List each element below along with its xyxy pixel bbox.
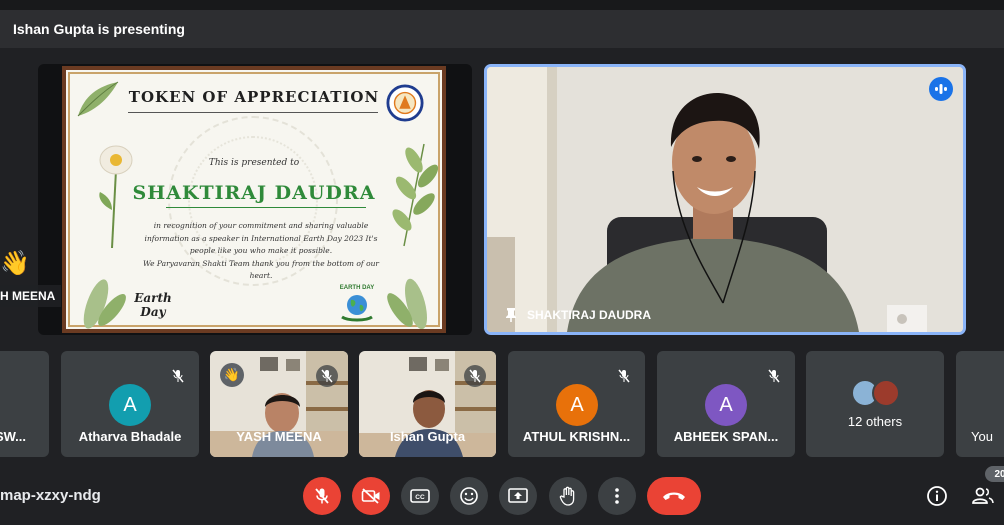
- participant-name-clipped: H MEENA: [0, 285, 62, 307]
- participant-tile[interactable]: Ishan Gupta: [359, 351, 496, 457]
- meeting-code: map-xzxy-ndg: [0, 487, 101, 504]
- speaking-indicator-icon: [929, 77, 953, 101]
- people-button[interactable]: [971, 484, 995, 508]
- pin-icon[interactable]: [505, 307, 517, 323]
- mic-toggle-button[interactable]: [303, 477, 341, 515]
- avatar: A: [109, 384, 151, 426]
- certificate-slide: TOKEN OF APPRECIATION This is presented …: [62, 66, 446, 333]
- participant-name: You: [971, 429, 993, 444]
- mic-off-icon: [315, 488, 329, 504]
- raise-hand-icon: [559, 486, 575, 506]
- participant-name: SW...: [0, 429, 26, 444]
- window-top-strip: [0, 0, 1004, 10]
- others-count-label: 12 others: [847, 414, 903, 429]
- participant-name: ATHUL KRISHN...: [522, 429, 631, 444]
- earth-globe-icon: [341, 295, 373, 322]
- self-tile[interactable]: You: [956, 351, 1004, 457]
- certificate-body: in recognition of your commitment and sh…: [126, 220, 396, 283]
- raised-hand-reaction-icon: 👋: [220, 363, 244, 387]
- camera-toggle-button[interactable]: [352, 477, 390, 515]
- svg-text:CC: CC: [415, 494, 425, 501]
- earth-day-logo-right: EARTH DAY: [336, 285, 378, 327]
- certificate-body-line: We Paryavaran Shakti Team thank you from…: [142, 258, 380, 268]
- participant-tile[interactable]: A ABHEEK SPAN...: [657, 351, 795, 457]
- meeting-info-button[interactable]: [925, 484, 949, 508]
- presentation-tile[interactable]: TOKEN OF APPRECIATION This is presented …: [38, 64, 472, 335]
- mic-off-icon: [316, 365, 338, 387]
- captions-button[interactable]: CC: [401, 477, 439, 515]
- recipient-underline: [166, 207, 366, 208]
- captions-icon: CC: [410, 489, 430, 503]
- reactions-button[interactable]: [450, 477, 488, 515]
- mic-off-icon: [167, 365, 189, 387]
- earth-day-logo-text: Earth Day: [134, 291, 172, 319]
- wave-reaction-icon: 👋: [0, 250, 30, 277]
- participant-tile[interactable]: 👋 YASH MEENA: [210, 351, 348, 457]
- participant-name: YASH MEENA: [236, 429, 322, 444]
- participant-count-badge: 20: [985, 466, 1004, 482]
- participant-tile[interactable]: SW...: [0, 351, 49, 457]
- certificate-recipient: SHAKTIRAJ DAUDRA: [132, 182, 376, 204]
- people-icon: [972, 487, 994, 504]
- info-icon: [927, 486, 947, 506]
- participant-tile[interactable]: A ATHUL KRISHN...: [508, 351, 645, 457]
- certificate-presented-to: This is presented to: [208, 158, 300, 168]
- speaker-video-feed: [487, 67, 963, 332]
- certificate-body-line: information as a speaker in Internationa…: [144, 233, 378, 243]
- leave-call-button[interactable]: [647, 477, 701, 515]
- speaker-name-label: SHAKTIRAJ DAUDRA: [505, 307, 651, 323]
- organization-seal-icon: [386, 84, 424, 122]
- presenting-banner: Ishan Gupta is presenting: [0, 10, 1004, 48]
- more-options-button[interactable]: [598, 477, 636, 515]
- speaker-video-tile[interactable]: SHAKTIRAJ DAUDRA: [484, 64, 966, 335]
- raise-hand-button[interactable]: [549, 477, 587, 515]
- mic-off-icon: [763, 365, 785, 387]
- certificate-body-line: in recognition of your commitment and sh…: [153, 221, 369, 230]
- earth-day-logo-left: Earth Day: [128, 291, 182, 327]
- certificate-body-line: heart.: [249, 271, 273, 280]
- present-button[interactable]: [499, 477, 537, 515]
- avatar: A: [556, 384, 598, 426]
- present-icon: [508, 488, 528, 503]
- mic-off-icon: [464, 365, 486, 387]
- presenting-text: Ishan Gupta is presenting: [13, 21, 185, 37]
- speaker-name: SHAKTIRAJ DAUDRA: [527, 308, 652, 322]
- participant-tile[interactable]: A Atharva Bhadale: [61, 351, 199, 457]
- participant-name: ABHEEK SPAN...: [673, 429, 779, 444]
- hang-up-icon: [663, 492, 685, 500]
- leaf-bottom-left-decoration: [83, 279, 126, 329]
- avatar: [872, 379, 900, 407]
- others-tile[interactable]: 12 others: [806, 351, 944, 457]
- participant-name: Atharva Bhadale: [78, 429, 182, 444]
- title-underline: [128, 112, 378, 113]
- emoji-icon: [460, 487, 478, 505]
- participant-name: Ishan Gupta: [389, 429, 466, 444]
- avatar: A: [705, 384, 747, 426]
- certificate-body-line: people like you who make it possible.: [189, 246, 333, 255]
- mic-off-icon: [613, 365, 635, 387]
- more-icon: [615, 488, 619, 504]
- camera-off-icon: [361, 488, 380, 504]
